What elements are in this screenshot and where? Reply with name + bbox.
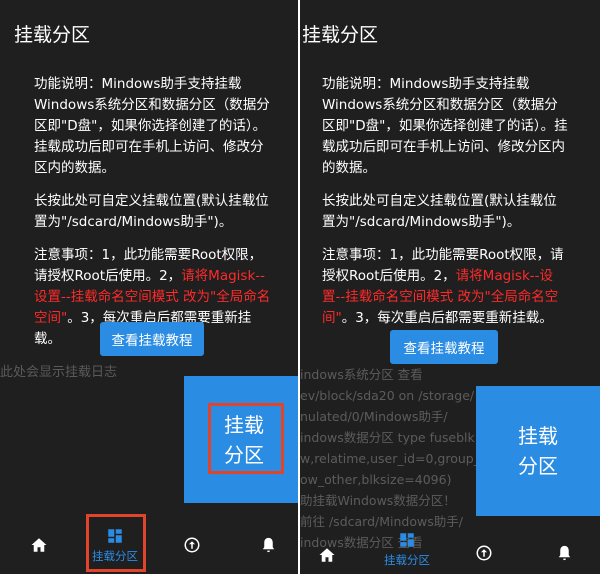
nav-upload[interactable] xyxy=(178,516,206,574)
left-screen: 挂载分区 功能说明：Mindows助手支持挂载Windows系统分区和数据分区（… xyxy=(0,0,298,574)
nav-upload[interactable] xyxy=(470,524,498,574)
nav-home[interactable] xyxy=(310,526,344,574)
intro-text: 功能说明：Mindows助手支持挂载Windows系统分区和数据分区（数据分区即… xyxy=(322,76,568,176)
bell-icon xyxy=(262,537,274,553)
long-press-hint[interactable]: 长按此处可自定义挂载位置(默认挂载位置为"/sdcard/Mindows助手")… xyxy=(322,191,570,233)
highlight-box-mount-button xyxy=(208,403,284,474)
bottom-nav: 挂载分区 xyxy=(300,516,600,574)
long-press-hint[interactable]: 长按此处可自定义挂载位置(默认挂载位置为"/sdcard/Mindows助手")… xyxy=(34,191,274,233)
nav-mount-label: 挂载分区 xyxy=(384,552,430,567)
home-icon xyxy=(31,538,47,552)
highlight-box-nav xyxy=(86,514,146,572)
nav-mount-partition[interactable]: 挂载分区 xyxy=(378,520,436,574)
home-icon xyxy=(319,548,335,562)
page-title: 挂载分区 xyxy=(14,24,91,46)
circle-up-arrow-icon xyxy=(476,545,492,561)
nav-notifications[interactable] xyxy=(550,524,578,574)
view-tutorial-button[interactable]: 查看挂载教程 xyxy=(100,322,204,356)
log-line: indows系统分区 查看 xyxy=(300,367,423,382)
view-tutorial-button[interactable]: 查看挂载教程 xyxy=(390,330,498,364)
description[interactable]: 功能说明：Mindows助手支持挂载Windows系统分区和数据分区（数据分区即… xyxy=(34,74,274,362)
nav-notifications[interactable] xyxy=(254,516,282,574)
mount-partition-button[interactable]: 挂载 分区 xyxy=(476,386,600,516)
dashboard-grid-icon xyxy=(400,532,414,547)
log-placeholder: 此处会显示挂载日志 xyxy=(0,365,118,380)
bottom-nav: 挂载分区 xyxy=(0,516,298,574)
intro-text: 功能说明：Mindows助手支持挂载Windows系统分区和数据分区（数据分区即… xyxy=(34,76,270,176)
notes-text: 注意事项：1，此功能需要Root权限，请授权Root后使用。2，请将Magisk… xyxy=(322,247,564,326)
circle-up-arrow-icon xyxy=(184,537,200,553)
nav-home[interactable] xyxy=(22,516,56,574)
description[interactable]: 功能说明：Mindows助手支持挂载Windows系统分区和数据分区（数据分区即… xyxy=(322,74,570,341)
bell-icon xyxy=(558,545,570,561)
page-title: 挂载分区 xyxy=(302,24,379,46)
right-screen: 挂载分区 功能说明：Mindows助手支持挂载Windows系统分区和数据分区（… xyxy=(300,0,600,574)
